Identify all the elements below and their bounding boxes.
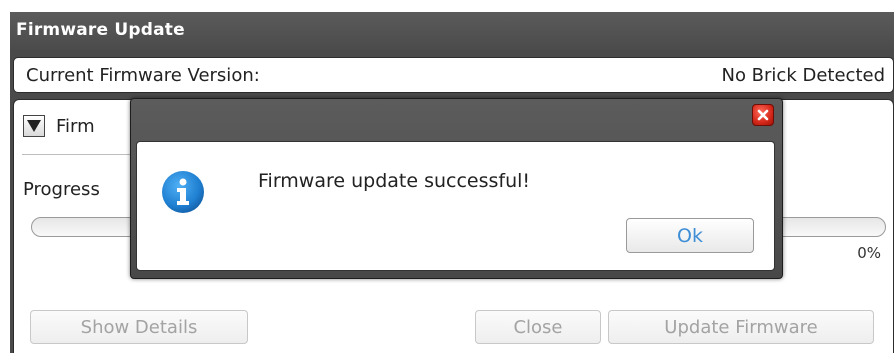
dialog-close-button[interactable]	[752, 104, 774, 126]
dialog-message: Firmware update successful!	[258, 170, 531, 192]
dialog-body: Firmware update successful! Ok	[136, 141, 775, 271]
success-dialog: Firmware update successful! Ok	[130, 98, 783, 279]
separator	[22, 154, 132, 155]
close-button[interactable]: Close	[475, 310, 601, 344]
progress-percent: 0%	[857, 244, 881, 262]
firmware-update-window: Firmware Update Current Firmware Version…	[0, 0, 894, 353]
current-firmware-row: Current Firmware Version: No Brick Detec…	[13, 57, 894, 93]
update-firmware-button[interactable]: Update Firmware	[608, 310, 874, 344]
current-firmware-value: No Brick Detected	[721, 65, 885, 86]
window-title: Firmware Update	[16, 20, 185, 40]
show-details-button[interactable]: Show Details	[30, 310, 248, 344]
expander-toggle[interactable]	[23, 115, 45, 137]
current-firmware-label: Current Firmware Version:	[26, 65, 260, 86]
progress-label: Progress	[23, 179, 100, 200]
close-icon	[757, 109, 769, 121]
info-icon	[162, 171, 204, 213]
expander-label: Firm	[56, 116, 95, 137]
triangle-down-icon	[27, 120, 41, 132]
ok-button[interactable]: Ok	[626, 218, 754, 253]
